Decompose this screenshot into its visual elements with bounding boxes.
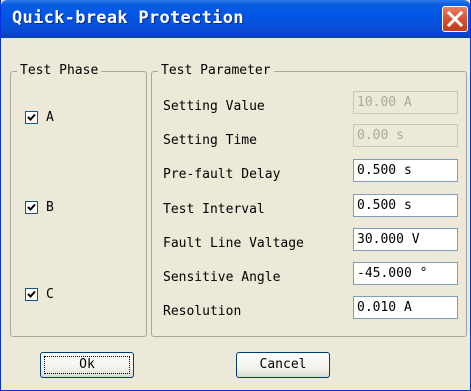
checkmark-icon: [27, 203, 36, 211]
sensitive-angle-label: Sensitive Angle: [163, 270, 281, 285]
setting-time-field: 0.00 s: [353, 124, 458, 147]
ok-button[interactable]: Ok: [40, 352, 134, 378]
sensitive-angle-field[interactable]: -45.000 °: [353, 262, 458, 285]
close-icon: [446, 10, 464, 28]
setting-time-label: Setting Time: [163, 133, 257, 148]
fault-line-voltage-label: Fault Line Valtage: [163, 236, 304, 251]
pre-fault-delay-field[interactable]: 0.500 s: [353, 159, 458, 182]
close-button[interactable]: [442, 6, 468, 32]
cancel-button[interactable]: Cancel: [236, 352, 330, 378]
focus-rect: [44, 356, 130, 374]
resolution-label: Resolution: [163, 304, 242, 319]
title-bar[interactable]: Quick-break Protection: [1, 0, 470, 38]
setting-value-label: Setting Value: [163, 99, 265, 114]
test-interval-field[interactable]: 0.500 s: [353, 194, 458, 217]
phase-a-label: A: [46, 109, 54, 125]
phase-b-checkbox[interactable]: B: [25, 199, 54, 215]
phase-c-checkbox[interactable]: C: [25, 286, 54, 302]
checkbox-box[interactable]: [25, 200, 38, 214]
phase-c-label: C: [46, 286, 54, 302]
window-title: Quick-break Protection: [12, 8, 244, 28]
checkmark-icon: [27, 290, 36, 298]
resolution-field[interactable]: 0.010 A: [353, 296, 458, 319]
test-interval-label: Test Interval: [163, 202, 265, 217]
checkmark-icon: [27, 113, 36, 121]
test-parameter-label: Test Parameter: [158, 63, 274, 79]
phase-b-label: B: [46, 199, 54, 215]
phase-a-checkbox[interactable]: A: [25, 109, 54, 125]
setting-value-field: 10.00 A: [353, 91, 458, 114]
fault-line-voltage-field[interactable]: 30.000 V: [353, 228, 458, 251]
test-phase-label: Test Phase: [17, 63, 102, 79]
dialog-window: Quick-break Protection Test Phase A B C …: [0, 0, 471, 391]
checkbox-box[interactable]: [25, 110, 38, 124]
pre-fault-delay-label: Pre-fault Delay: [163, 167, 281, 182]
checkbox-box[interactable]: [25, 287, 38, 301]
cancel-button-label: Cancel: [259, 357, 307, 372]
